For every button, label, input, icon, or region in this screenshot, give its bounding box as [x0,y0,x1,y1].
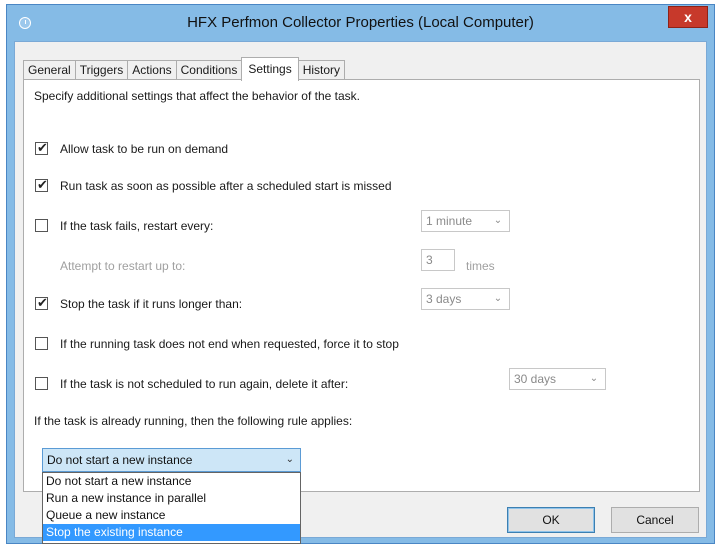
dialog-client-area: General Triggers Actions Conditions Sett… [14,41,707,544]
force-stop-label: If the running task does not end when re… [60,337,399,351]
tab-triggers[interactable]: Triggers [74,60,129,80]
check-icon: ✔ [37,140,48,155]
rule-option-run-parallel[interactable]: Run a new instance in parallel [43,490,300,507]
delete-duration-select[interactable]: 30 days ⌄ [509,368,606,390]
delete-after-label: If the task is not scheduled to run agai… [60,377,349,391]
restart-on-fail-label: If the task fails, restart every: [60,219,214,233]
tab-strip: General Triggers Actions Conditions Sett… [23,56,346,81]
instance-rule-dropdown-list: Do not start a new instance Run a new in… [42,472,301,544]
restart-on-fail-checkbox[interactable] [35,219,48,232]
instance-rule-label: If the task is already running, then the… [34,414,353,428]
rule-option-stop-existing[interactable]: Stop the existing instance [43,524,300,541]
force-stop-checkbox[interactable] [35,337,48,350]
restart-interval-value: 1 minute [426,214,473,228]
run-asap-checkbox[interactable]: ✔ [35,177,48,192]
chevron-down-icon: ⌄ [493,215,503,226]
properties-window: HFX Perfmon Collector Properties (Local … [6,4,715,544]
check-icon: ✔ [37,177,48,192]
chevron-down-icon: ⌄ [589,373,599,384]
tab-conditions[interactable]: Conditions [175,60,243,80]
tab-history[interactable]: History [297,60,346,80]
stop-duration-value: 3 days [426,292,462,306]
window-title: HFX Perfmon Collector Properties (Local … [187,14,534,31]
allow-on-demand-checkbox[interactable]: ✔ [35,140,48,155]
rule-option-queue[interactable]: Queue a new instance [43,507,300,524]
restart-attempts-input[interactable]: 3 [421,249,455,271]
settings-intro: Specify additional settings that affect … [34,89,360,103]
instance-rule-select[interactable]: Do not start a new instance ⌄ [42,448,301,472]
delete-duration-value: 30 days [514,372,557,386]
stop-duration-select[interactable]: 3 days ⌄ [421,288,510,310]
tab-actions[interactable]: Actions [127,60,177,80]
ok-button[interactable]: OK [507,507,595,533]
tab-general[interactable]: General [23,60,76,80]
settings-panel: Specify additional settings that affect … [23,79,700,492]
rule-option-do-not-start[interactable]: Do not start a new instance [43,473,300,490]
stop-if-long-label: Stop the task if it runs longer than: [60,297,243,311]
allow-on-demand-label: Allow task to be run on demand [60,142,229,156]
run-asap-label: Run task as soon as possible after a sch… [60,179,392,193]
check-icon: ✔ [37,295,48,310]
restart-attempts-label: Attempt to restart up to: [60,259,186,273]
stop-if-long-checkbox[interactable]: ✔ [35,295,48,310]
chevron-down-icon: ⌄ [493,293,503,304]
chevron-down-icon: ⌄ [285,454,294,465]
delete-after-checkbox[interactable] [35,377,48,390]
restart-attempts-unit: times [466,259,495,273]
title-bar[interactable]: HFX Perfmon Collector Properties (Local … [7,5,714,41]
close-button[interactable]: x [668,6,708,28]
restart-interval-select[interactable]: 1 minute ⌄ [421,210,510,232]
cancel-button[interactable]: Cancel [611,507,699,533]
instance-rule-value: Do not start a new instance [47,453,193,467]
tab-settings[interactable]: Settings [241,57,299,81]
